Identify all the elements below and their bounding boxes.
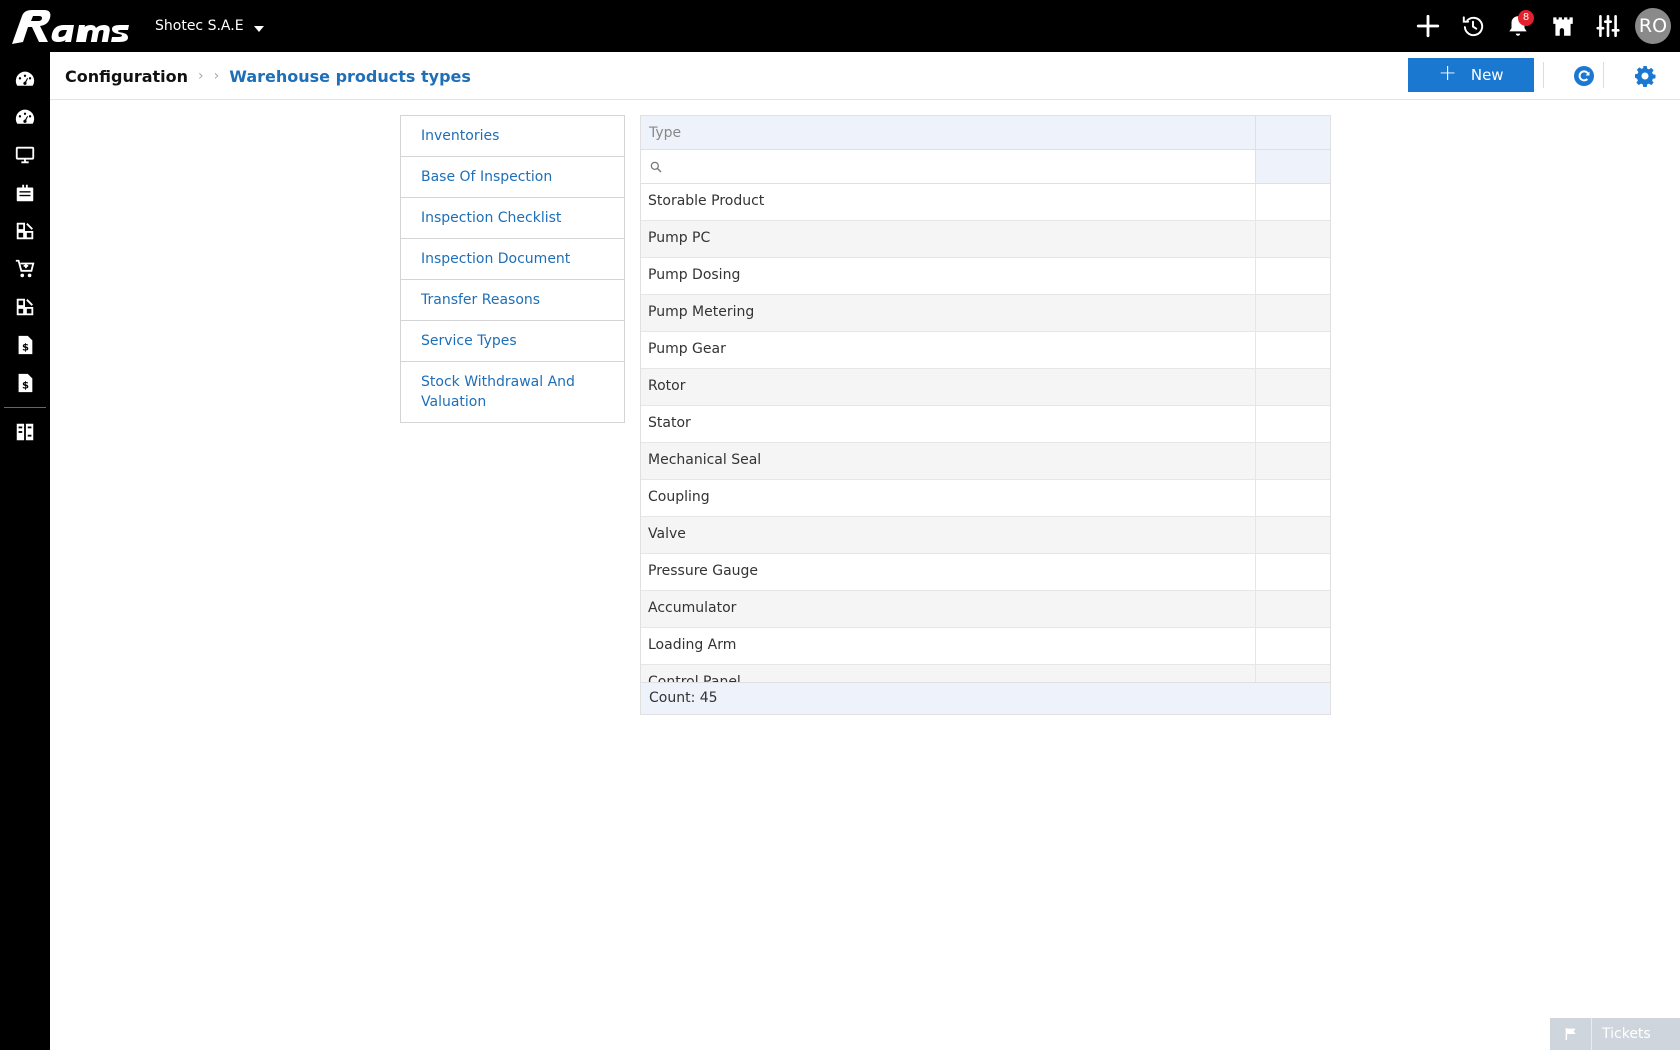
menu-item-transfer-reasons[interactable]: Transfer Reasons	[401, 280, 624, 321]
monitor-icon[interactable]	[0, 136, 50, 174]
type-filter-input[interactable]	[669, 151, 1255, 182]
flag-icon	[1550, 1018, 1592, 1050]
user-avatar[interactable]: RO	[1635, 8, 1671, 44]
grid-filter-row	[641, 150, 1330, 184]
header-divider	[1543, 62, 1544, 88]
table-row[interactable]: Pump PC	[641, 221, 1330, 258]
cell-type: Coupling	[641, 480, 1256, 516]
table-row[interactable]: Accumulator	[641, 591, 1330, 628]
cell-type: Pump Dosing	[641, 258, 1256, 294]
top-bar: Shotec S.A.E 8 RO	[0, 0, 1680, 52]
cell-type: Control Panel	[641, 665, 1256, 683]
cell-type: Pressure Gauge	[641, 554, 1256, 590]
cell-type: Loading Arm	[641, 628, 1256, 664]
table-row[interactable]: Pump Dosing	[641, 258, 1330, 295]
table-row[interactable]: Storable Product	[641, 184, 1330, 221]
svg-text:$: $	[22, 381, 29, 392]
grid-header: Type	[641, 116, 1330, 150]
history-icon[interactable]	[1450, 0, 1495, 52]
company-name: Shotec S.A.E	[155, 18, 244, 34]
configuration-menu: Inventories Base Of Inspection Inspectio…	[400, 115, 625, 423]
search-icon	[650, 161, 662, 172]
table-row[interactable]: Control Panel	[641, 665, 1330, 683]
cell-type: Accumulator	[641, 591, 1256, 627]
page-title: Warehouse products types	[229, 66, 471, 86]
refresh-icon[interactable]	[1572, 64, 1596, 88]
svg-text:$: $	[22, 343, 29, 354]
invoice-dollar-icon[interactable]: $	[0, 326, 50, 364]
product-types-grid: Type Storable Product Pump PC Pump Dosin…	[640, 115, 1331, 715]
menu-item-inspection-checklist[interactable]: Inspection Checklist	[401, 198, 624, 239]
new-button-label: New	[1470, 66, 1504, 84]
dashboard-icon[interactable]	[0, 60, 50, 98]
table-row[interactable]: Mechanical Seal	[641, 443, 1330, 480]
modules-icon[interactable]	[0, 212, 50, 250]
rams-logo[interactable]	[10, 6, 132, 46]
cell-type: Mechanical Seal	[641, 443, 1256, 479]
grid-count: Count: 45	[641, 682, 1330, 714]
menu-item-base-of-inspection[interactable]: Base Of Inspection	[401, 157, 624, 198]
page-header: Configuration › › Warehouse products typ…	[50, 52, 1680, 100]
modules-icon[interactable]	[0, 288, 50, 326]
table-row[interactable]: Pump Gear	[641, 332, 1330, 369]
breadcrumb-configuration[interactable]: Configuration	[65, 67, 188, 86]
table-row[interactable]: Pressure Gauge	[641, 554, 1330, 591]
menu-item-inspection-document[interactable]: Inspection Document	[401, 239, 624, 280]
menu-item-service-types[interactable]: Service Types	[401, 321, 624, 362]
menu-item-inventories[interactable]: Inventories	[401, 116, 624, 157]
sliders-icon[interactable]	[1585, 0, 1630, 52]
chevron-right-icon: ›	[213, 68, 220, 84]
cell-type: Valve	[641, 517, 1256, 553]
briefcase-icon[interactable]	[0, 174, 50, 212]
table-row[interactable]: Rotor	[641, 369, 1330, 406]
chevron-right-icon: ›	[198, 68, 204, 84]
tickets-button[interactable]: Tickets	[1550, 1018, 1680, 1050]
cell-type: Stator	[641, 406, 1256, 442]
column-header-type[interactable]: Type	[641, 116, 1256, 149]
grid-body: Storable Product Pump PC Pump Dosing Pum…	[641, 184, 1330, 683]
filter-cell	[641, 150, 1256, 183]
castle-icon[interactable]	[1540, 0, 1585, 52]
header-divider	[1603, 62, 1604, 88]
cart-icon[interactable]	[0, 250, 50, 288]
table-row[interactable]: Valve	[641, 517, 1330, 554]
caret-down-icon	[253, 26, 264, 32]
gear-icon[interactable]	[1633, 64, 1657, 88]
company-selector[interactable]: Shotec S.A.E	[155, 18, 264, 34]
table-row[interactable]: Coupling	[641, 480, 1330, 517]
cell-type: Storable Product	[641, 184, 1256, 220]
rail-divider	[4, 407, 46, 408]
cell-type: Pump Metering	[641, 295, 1256, 331]
breadcrumb: Configuration › › Warehouse products typ…	[65, 52, 471, 100]
new-button[interactable]: + New	[1408, 58, 1534, 92]
add-icon[interactable]	[1405, 0, 1450, 52]
plus-icon: +	[1438, 61, 1457, 86]
cell-type: Rotor	[641, 369, 1256, 405]
column-header-actions	[1256, 116, 1330, 149]
table-row[interactable]: Pump Metering	[641, 295, 1330, 332]
dashboard-icon[interactable]	[0, 98, 50, 136]
table-row[interactable]: Loading Arm	[641, 628, 1330, 665]
menu-item-stock-withdrawal[interactable]: Stock Withdrawal And Valuation	[401, 362, 624, 422]
cell-type: Pump PC	[641, 221, 1256, 257]
invoice-dollar-icon[interactable]: $	[0, 364, 50, 402]
report-grid-icon[interactable]	[0, 413, 50, 451]
filter-actions-cell	[1256, 150, 1330, 183]
tickets-label: Tickets	[1602, 1026, 1651, 1042]
cell-type: Pump Gear	[641, 332, 1256, 368]
table-row[interactable]: Stator	[641, 406, 1330, 443]
notifications-bell-icon[interactable]: 8	[1495, 0, 1540, 52]
side-rail: $ $	[0, 52, 50, 1050]
notification-badge: 8	[1518, 10, 1534, 26]
